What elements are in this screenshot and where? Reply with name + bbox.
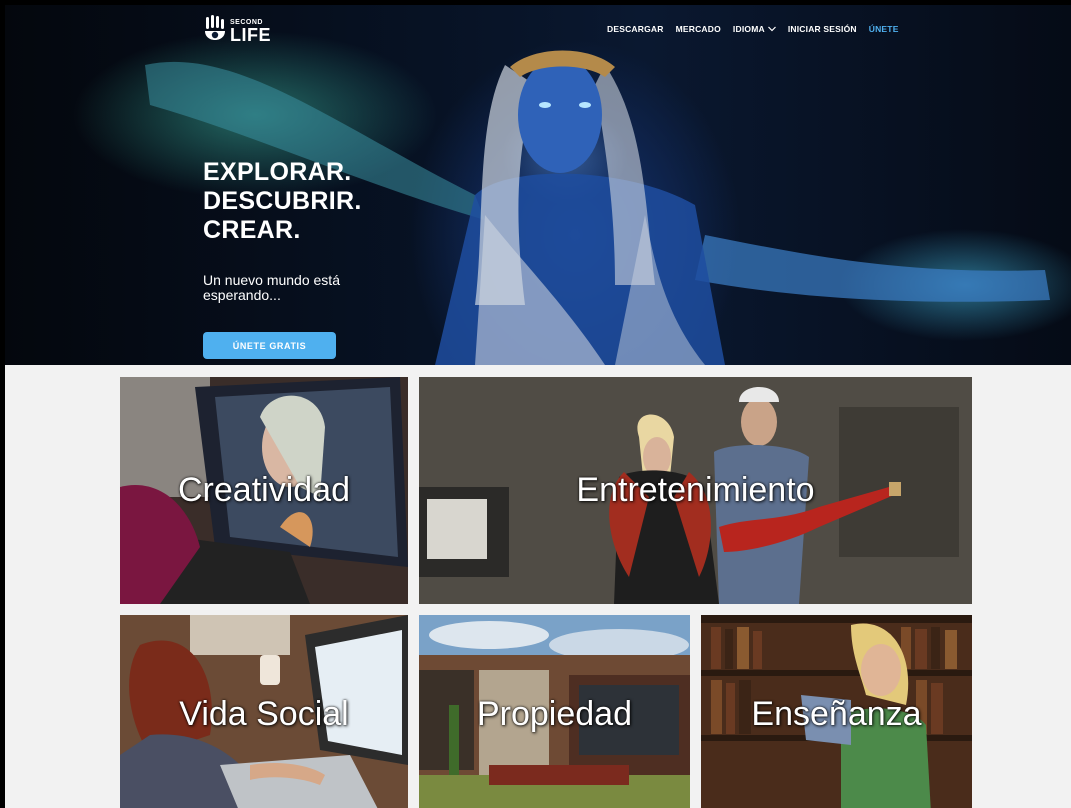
- hero-banner: SECOND LIFE DESCARGAR MERCADO IDIOMA INI…: [5, 5, 1071, 365]
- nav-idioma-label: IDIOMA: [732, 24, 765, 34]
- tile-ensenanza[interactable]: Enseñanza: [701, 615, 972, 808]
- nav-descargar[interactable]: DESCARGAR: [607, 24, 664, 34]
- headline-line-3: CREAR.: [203, 216, 301, 244]
- tile-label-entretenimiento: Entretenimiento: [576, 471, 815, 509]
- tile-vida-social[interactable]: Vida Social: [120, 615, 408, 808]
- main-nav: DESCARGAR MERCADO IDIOMA INICIAR SESIÓN …: [607, 24, 899, 34]
- tile-creatividad[interactable]: Creatividad: [120, 377, 408, 604]
- hand-eye-icon: [205, 15, 225, 40]
- hero-subline: Un nuevo mundo está esperando...: [203, 272, 340, 303]
- second-life-logo[interactable]: SECOND LIFE: [203, 15, 271, 47]
- tile-label-creatividad: Creatividad: [178, 471, 350, 509]
- nav-mercado[interactable]: MERCADO: [676, 24, 721, 34]
- chevron-down-icon: [767, 26, 776, 32]
- join-free-button[interactable]: ÚNETE GRATIS: [203, 332, 336, 359]
- tile-entretenimiento[interactable]: Entretenimiento: [419, 377, 972, 604]
- logo-life-text: LIFE: [230, 24, 271, 45]
- hero-avatar-illustration: [145, 50, 1050, 365]
- tile-label-propiedad: Propiedad: [476, 694, 632, 733]
- nav-idioma[interactable]: IDIOMA: [733, 24, 776, 34]
- tile-propiedad[interactable]: Propiedad: [419, 615, 690, 808]
- page-frame: SECOND LIFE DESCARGAR MERCADO IDIOMA INI…: [0, 0, 1071, 808]
- headline-line-1: EXPLORAR.: [203, 158, 352, 186]
- nav-unete[interactable]: ÚNETE: [869, 24, 899, 34]
- headline-line-2: DESCUBRIR.: [203, 187, 362, 215]
- hero-headline: EXPLORAR. DESCUBRIR. CREAR.: [203, 158, 362, 245]
- nav-iniciar-sesion[interactable]: INICIAR SESIÓN: [788, 24, 857, 34]
- tile-label-vida-social: Vida Social: [179, 694, 349, 733]
- tile-label-ensenanza: Enseñanza: [751, 694, 922, 733]
